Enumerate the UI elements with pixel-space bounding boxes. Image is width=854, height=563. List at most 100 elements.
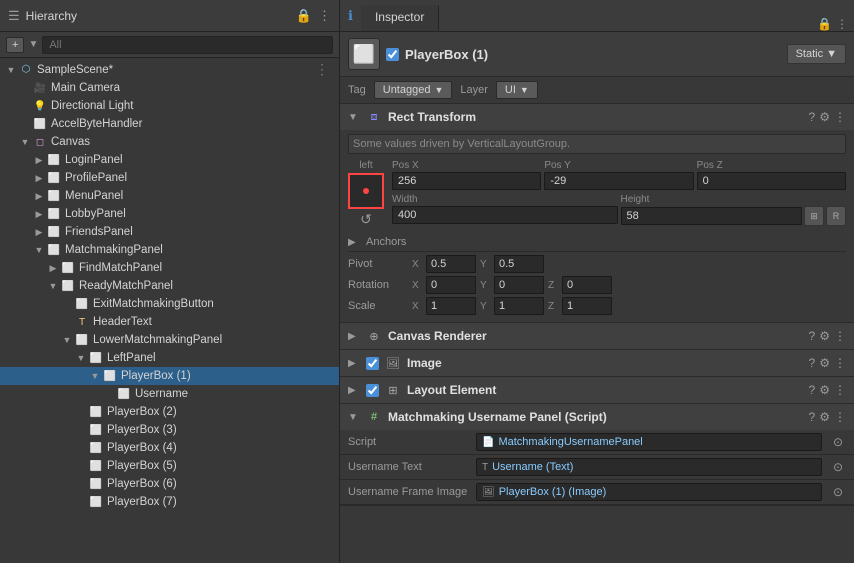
object-enabled-checkbox[interactable] xyxy=(386,48,399,61)
scale-z-input[interactable] xyxy=(562,297,612,315)
rect-transform-header[interactable]: ▼ ⧈ Rect Transform ? ⚙ ⋮ xyxy=(340,104,854,130)
matchmaking-arrow[interactable]: ▼ xyxy=(32,245,46,255)
script-expand-icon: ▼ xyxy=(348,412,360,423)
layout-element-header[interactable]: ▶ ⊞ Layout Element ? ⚙ ⋮ xyxy=(340,377,854,403)
script-help-icon[interactable]: ? xyxy=(809,410,816,424)
tree-item-login-panel[interactable]: ▶ ⬜ LoginPanel xyxy=(0,151,339,169)
scene-expand-arrow[interactable]: ▼ xyxy=(4,65,18,75)
add-object-button[interactable]: + xyxy=(6,37,24,53)
image-more-icon[interactable]: ⋮ xyxy=(834,356,846,370)
tree-item-playerbox-6[interactable]: ⬜ PlayerBox (6) xyxy=(0,475,339,493)
scene-root-item[interactable]: ▼ ⬡ SampleScene* ⋮ xyxy=(0,60,339,79)
menu-arrow[interactable]: ▶ xyxy=(32,191,46,202)
canvas-renderer-header[interactable]: ▶ ⊕ Canvas Renderer ? ⚙ ⋮ xyxy=(340,323,854,349)
script-goto-icon[interactable]: ⊙ xyxy=(830,435,846,449)
rect-more-icon[interactable]: ⋮ xyxy=(834,110,846,124)
playerbox1-icon: ⬜ xyxy=(102,368,118,384)
inspector-lock-icon[interactable]: 🔒 xyxy=(817,17,832,31)
add-chevron-icon[interactable]: ▼ xyxy=(28,39,38,50)
reset-button[interactable]: R xyxy=(826,206,846,226)
image-help-icon[interactable]: ? xyxy=(809,356,816,370)
tree-item-playerbox-3[interactable]: ⬜ PlayerBox (3) xyxy=(0,421,339,439)
image-enabled-checkbox[interactable] xyxy=(366,357,379,370)
ready-match-arrow[interactable]: ▼ xyxy=(46,281,60,291)
tree-item-playerbox-7[interactable]: ⬜ PlayerBox (7) xyxy=(0,493,339,511)
tree-item-playerbox-1[interactable]: ▼ ⬜ PlayerBox (1) xyxy=(0,367,339,385)
hierarchy-more-icon[interactable]: ⋮ xyxy=(318,8,331,24)
constrain-ratio-button[interactable]: ⊞ xyxy=(804,206,824,226)
script-header[interactable]: ▼ # Matchmaking Username Panel (Script) … xyxy=(340,404,854,430)
tab-inspector[interactable]: Inspector xyxy=(361,5,439,31)
pos-y-input[interactable] xyxy=(544,172,693,190)
tree-item-left-panel[interactable]: ▼ ⬜ LeftPanel xyxy=(0,349,339,367)
friends-arrow[interactable]: ▶ xyxy=(32,227,46,238)
pos-z-input[interactable] xyxy=(697,172,846,190)
playerbox1-label: PlayerBox (1) xyxy=(121,370,191,382)
tree-item-canvas[interactable]: ▼ ◻ Canvas xyxy=(0,133,339,151)
tree-item-ready-match-panel[interactable]: ▼ ⬜ ReadyMatchPanel xyxy=(0,277,339,295)
tree-item-lobby-panel[interactable]: ▶ ⬜ LobbyPanel xyxy=(0,205,339,223)
pivot-y-input[interactable] xyxy=(494,255,544,273)
username-text-goto-icon[interactable]: ⊙ xyxy=(830,460,846,474)
scene-kebab-icon[interactable]: ⋮ xyxy=(311,61,333,78)
canvas-settings-icon[interactable]: ⚙ xyxy=(819,329,830,343)
layout-more-icon[interactable]: ⋮ xyxy=(834,383,846,397)
tree-item-menu-panel[interactable]: ▶ ⬜ MenuPanel xyxy=(0,187,339,205)
exit-btn-icon: ⬜ xyxy=(74,296,90,312)
profile-arrow[interactable]: ▶ xyxy=(32,173,46,184)
layer-dropdown-button[interactable]: UI ▼ xyxy=(496,81,538,99)
anchor-box[interactable] xyxy=(348,173,384,209)
scale-x-input[interactable] xyxy=(426,297,476,315)
layout-enabled-checkbox[interactable] xyxy=(366,384,379,397)
tree-item-playerbox-4[interactable]: ⬜ PlayerBox (4) xyxy=(0,439,339,457)
scale-y-input[interactable] xyxy=(494,297,544,315)
tree-item-find-match-panel[interactable]: ▶ ⬜ FindMatchPanel xyxy=(0,259,339,277)
width-input[interactable] xyxy=(392,206,618,224)
tree-item-lower-matchmaking-panel[interactable]: ▼ ⬜ LowerMatchmakingPanel xyxy=(0,331,339,349)
hierarchy-search-input[interactable] xyxy=(42,36,333,54)
layout-help-icon[interactable]: ? xyxy=(809,383,816,397)
inspector-more-icon[interactable]: ⋮ xyxy=(836,17,848,31)
anchors-expand-icon[interactable]: ▶ xyxy=(348,237,360,248)
tree-item-playerbox-2[interactable]: ⬜ PlayerBox (2) xyxy=(0,403,339,421)
static-dropdown-button[interactable]: Static ▼ xyxy=(787,44,846,64)
layout-settings-icon[interactable]: ⚙ xyxy=(819,383,830,397)
image-header[interactable]: ▶ 🖼 Image ? ⚙ ⋮ xyxy=(340,350,854,376)
tree-item-profile-panel[interactable]: ▶ ⬜ ProfilePanel xyxy=(0,169,339,187)
rotation-z-input[interactable] xyxy=(562,276,612,294)
canvas-arrow[interactable]: ▼ xyxy=(18,137,32,147)
username-frame-goto-icon[interactable]: ⊙ xyxy=(830,485,846,499)
login-arrow[interactable]: ▶ xyxy=(32,155,46,166)
tree-item-username[interactable]: ⬜ Username xyxy=(0,385,339,403)
tree-item-playerbox-5[interactable]: ⬜ PlayerBox (5) xyxy=(0,457,339,475)
rect-help-icon[interactable]: ? xyxy=(809,110,816,124)
tree-item-header-text[interactable]: T HeaderText xyxy=(0,313,339,331)
tag-dropdown-button[interactable]: Untagged ▼ xyxy=(374,81,453,99)
playerbox1-arrow[interactable]: ▼ xyxy=(88,371,102,381)
height-input[interactable] xyxy=(621,207,803,225)
find-match-arrow[interactable]: ▶ xyxy=(46,263,60,274)
script-settings-icon[interactable]: ⚙ xyxy=(819,410,830,424)
left-panel-arrow[interactable]: ▼ xyxy=(74,353,88,363)
tree-item-exit-matchmaking-btn[interactable]: ⬜ ExitMatchmakingButton xyxy=(0,295,339,313)
hierarchy-lock-icon[interactable]: 🔒 xyxy=(296,8,312,24)
tree-item-friends-panel[interactable]: ▶ ⬜ FriendsPanel xyxy=(0,223,339,241)
tree-item-accelbyte-handler[interactable]: ⬜ AccelByteHandler xyxy=(0,115,339,133)
pivot-x-input[interactable] xyxy=(426,255,476,273)
tree-item-directional-light[interactable]: 💡 Directional Light xyxy=(0,97,339,115)
script-more-icon[interactable]: ⋮ xyxy=(834,410,846,424)
rotate-anchor-button[interactable]: ↺ xyxy=(358,211,374,228)
tree-item-matchmaking-panel[interactable]: ▼ ⬜ MatchmakingPanel xyxy=(0,241,339,259)
lower-panel-arrow[interactable]: ▼ xyxy=(60,335,74,345)
rect-settings-icon[interactable]: ⚙ xyxy=(819,110,830,124)
canvas-more-icon[interactable]: ⋮ xyxy=(834,329,846,343)
pos-x-input[interactable] xyxy=(392,172,541,190)
canvas-help-icon[interactable]: ? xyxy=(809,329,816,343)
rotation-y-input[interactable] xyxy=(494,276,544,294)
lobby-arrow[interactable]: ▶ xyxy=(32,209,46,220)
tree-item-main-camera[interactable]: 🎥 Main Camera xyxy=(0,79,339,97)
layer-value: UI xyxy=(505,84,516,96)
image-settings-icon[interactable]: ⚙ xyxy=(819,356,830,370)
rotation-x-input[interactable] xyxy=(426,276,476,294)
hierarchy-menu-icon[interactable]: ☰ xyxy=(8,8,20,24)
